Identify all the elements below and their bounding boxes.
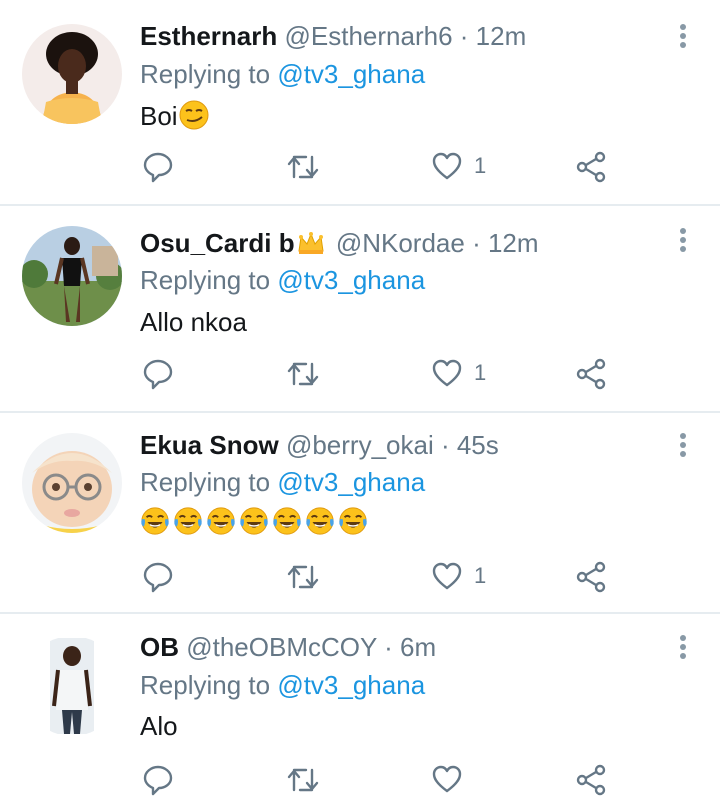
face-with-tears-of-joy-emoji [239, 506, 269, 536]
face-with-tears-of-joy-emoji [272, 506, 302, 536]
replying-to: Replying to @tv3_ghana [140, 467, 425, 497]
tweet-header: OB @theOBMcCOY · 6m [140, 632, 436, 662]
tweet-text [140, 505, 371, 537]
replying-prefix: Replying to [140, 59, 278, 89]
reply-tweet[interactable]: OB @theOBMcCOY · 6m Replying to @tv3_gha… [0, 614, 720, 811]
mention-link[interactable]: @tv3_ghana [277, 59, 425, 89]
more-options-icon[interactable] [670, 428, 696, 462]
retweet-icon [286, 561, 320, 593]
reply-tweet[interactable]: Esthernarh @Esthernarh6 · 12m Replying t… [0, 0, 720, 204]
handle[interactable]: @berry_okai [286, 430, 434, 460]
mention-link[interactable]: @tv3_ghana [277, 670, 425, 700]
share-icon [576, 151, 608, 183]
tweet-text: Boi [140, 99, 213, 132]
smirking-face-emoji [178, 99, 210, 131]
handle[interactable]: @Esthernarh6 [285, 21, 453, 51]
retweet-button[interactable] [286, 151, 320, 183]
reply-button[interactable] [142, 764, 174, 796]
replies-feed: Esthernarh @Esthernarh6 · 12m Replying t… [0, 0, 720, 811]
like-button[interactable]: 1 [432, 561, 486, 591]
display-name[interactable]: Osu_Cardi b [140, 228, 295, 258]
reply-icon [142, 151, 174, 183]
heart-icon [432, 561, 462, 591]
like-button[interactable]: 1 [432, 358, 486, 388]
share-icon [576, 764, 608, 796]
reply-icon [142, 561, 174, 593]
like-count: 1 [474, 153, 487, 178]
face-with-tears-of-joy-emoji [140, 506, 170, 536]
retweet-icon [286, 151, 320, 183]
replying-to: Replying to @tv3_ghana [140, 670, 425, 700]
reply-button[interactable] [142, 358, 174, 390]
tweet-text: Alo [140, 711, 178, 741]
display-name[interactable]: OB [140, 632, 179, 662]
replying-prefix: Replying to [140, 265, 278, 295]
share-button[interactable] [576, 358, 608, 390]
tweet-header: Esthernarh @Esthernarh6 · 12m [140, 21, 526, 51]
separator: · [464, 228, 488, 258]
emoji-row [140, 506, 371, 536]
display-name[interactable]: Esthernarh [140, 21, 277, 51]
tweet-header: Osu_Cardi b @NKordae · 12m [140, 228, 539, 261]
share-button[interactable] [576, 151, 608, 183]
timestamp[interactable]: 6m [400, 632, 436, 662]
retweet-button[interactable] [286, 561, 320, 593]
timestamp[interactable]: 45s [457, 430, 499, 460]
separator: · [452, 21, 476, 51]
share-button[interactable] [576, 764, 608, 796]
avatar[interactable] [22, 636, 122, 736]
share-icon [576, 561, 608, 593]
reply-tweet[interactable]: Osu_Cardi b @NKordae · 12m Replying to @… [0, 206, 720, 411]
face-with-tears-of-joy-emoji [173, 506, 203, 536]
reply-button[interactable] [142, 561, 174, 593]
replying-to: Replying to @tv3_ghana [140, 59, 425, 89]
share-button[interactable] [576, 561, 608, 593]
mention-link[interactable]: @tv3_ghana [277, 265, 425, 295]
more-options-icon[interactable] [670, 19, 696, 53]
timestamp[interactable]: 12m [488, 228, 539, 258]
face-with-tears-of-joy-emoji [305, 506, 335, 536]
avatar[interactable] [22, 433, 122, 533]
retweet-icon [286, 764, 320, 796]
more-options-icon[interactable] [670, 630, 696, 664]
like-count: 1 [474, 360, 487, 385]
separator: · [433, 430, 457, 460]
avatar[interactable] [22, 226, 122, 326]
heart-icon [432, 764, 462, 794]
more-options-icon[interactable] [670, 223, 696, 257]
share-icon [576, 358, 608, 390]
handle[interactable]: @theOBMcCOY [186, 632, 377, 662]
tweet-header: Ekua Snow @berry_okai · 45s [140, 430, 499, 460]
tweet-text: Allo nkoa [140, 307, 247, 337]
retweet-icon [286, 358, 320, 390]
heart-icon [432, 151, 462, 181]
face-with-tears-of-joy-emoji [338, 506, 368, 536]
replying-prefix: Replying to [140, 670, 278, 700]
replying-prefix: Replying to [140, 467, 278, 497]
like-count: 1 [474, 563, 487, 588]
like-button[interactable]: 1 [432, 151, 486, 181]
face-with-tears-of-joy-emoji [206, 506, 236, 536]
replying-to: Replying to @tv3_ghana [140, 265, 425, 295]
heart-icon [432, 358, 462, 388]
reply-tweet[interactable]: Ekua Snow @berry_okai · 45s Replying to … [0, 413, 720, 612]
reply-button[interactable] [142, 151, 174, 183]
handle[interactable]: @NKordae [336, 228, 465, 258]
like-button[interactable] [432, 764, 474, 794]
mention-link[interactable]: @tv3_ghana [277, 467, 425, 497]
crown-emoji [297, 231, 325, 261]
avatar[interactable] [22, 24, 122, 124]
timestamp[interactable]: 12m [476, 21, 527, 51]
display-name[interactable]: Ekua Snow [140, 430, 279, 460]
retweet-button[interactable] [286, 358, 320, 390]
tweet-text-content: Boi [140, 101, 178, 131]
retweet-button[interactable] [286, 764, 320, 796]
separator: · [376, 632, 400, 662]
reply-icon [142, 764, 174, 796]
reply-icon [142, 358, 174, 390]
